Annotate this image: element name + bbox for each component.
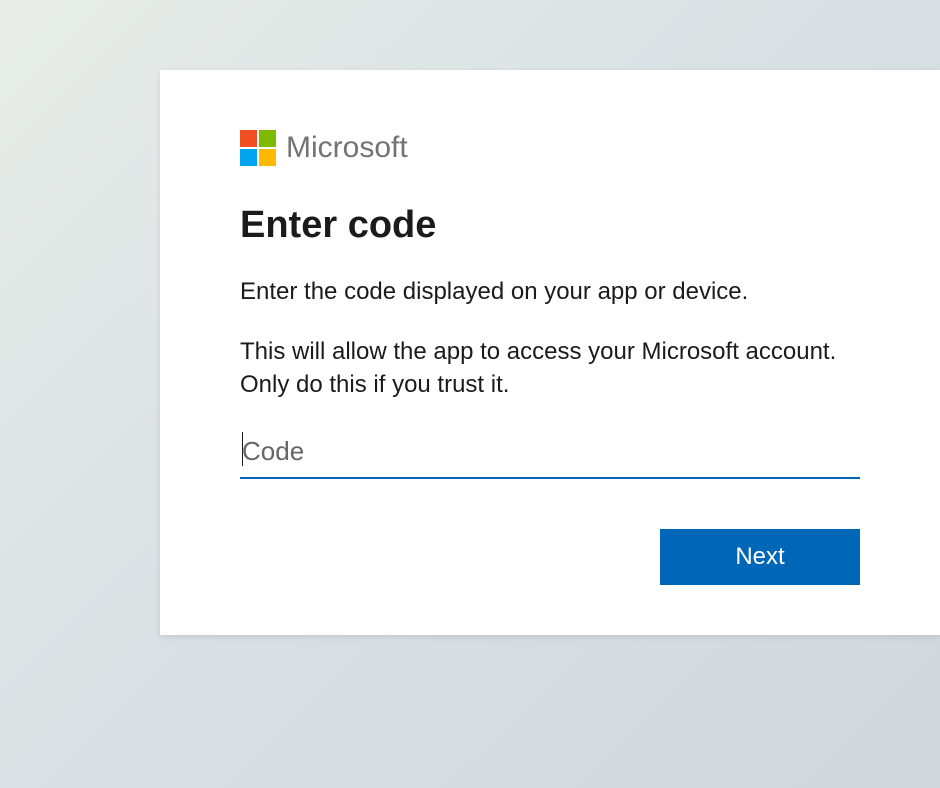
brand-name: Microsoft — [286, 131, 408, 165]
auth-card: Microsoft Enter code Enter the code disp… — [160, 70, 940, 635]
code-field-wrapper — [240, 428, 860, 479]
brand-row: Microsoft — [240, 130, 860, 166]
code-input[interactable] — [240, 428, 860, 479]
instruction-text-1: Enter the code displayed on your app or … — [240, 275, 860, 309]
microsoft-logo-icon — [240, 130, 276, 166]
text-cursor-icon — [242, 432, 243, 466]
actions-row: Next — [240, 529, 860, 585]
page-title: Enter code — [240, 204, 860, 247]
instruction-text-2: This will allow the app to access your M… — [240, 335, 860, 402]
next-button[interactable]: Next — [660, 529, 860, 585]
